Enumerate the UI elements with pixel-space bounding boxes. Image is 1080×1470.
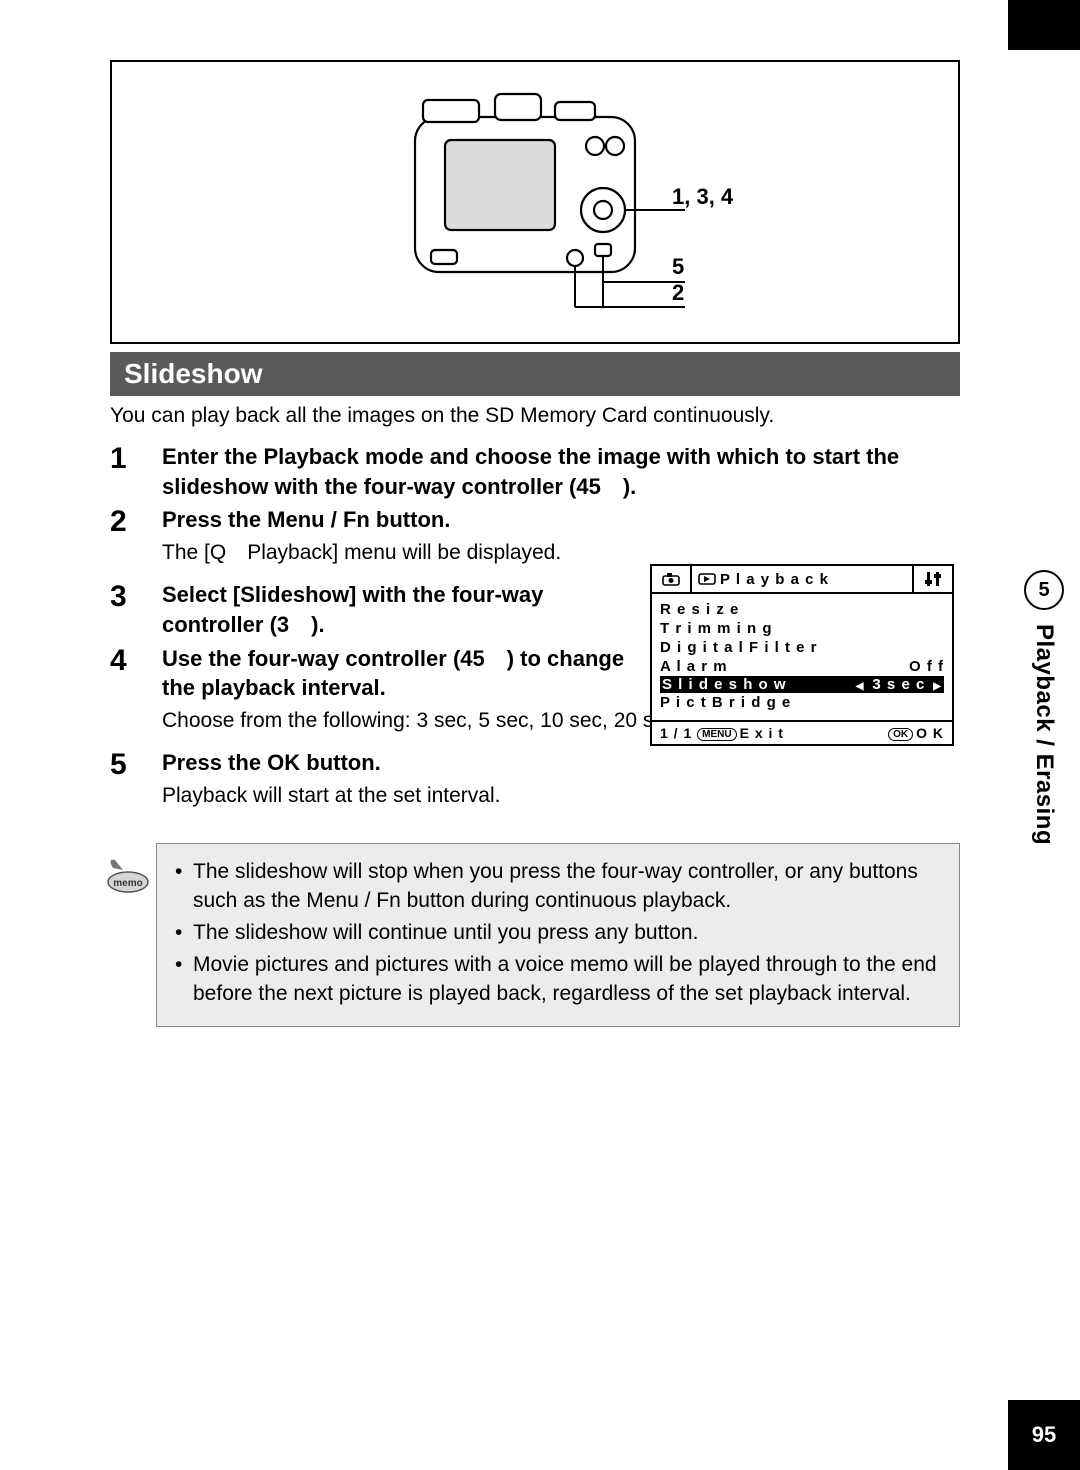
step-number: 5 — [110, 748, 162, 781]
playback-tab: P l a y b a c k — [692, 566, 912, 592]
menu-ok-label: O K — [916, 725, 944, 741]
memo-icon: memo — [105, 854, 151, 894]
menu-item-selected: S l i d e s h o w 3 s e c — [660, 676, 944, 693]
menu-items: R e s i z e T r i m m i n g D i g i t a … — [652, 594, 952, 720]
setup-tab-icon — [912, 566, 952, 592]
step-title: Enter the Playback mode and choose the i… — [162, 442, 960, 501]
content-area: 1, 3, 4 5 2 Slideshow You can play back … — [110, 60, 960, 1027]
menu-tabs: P l a y b a c k — [652, 566, 952, 594]
menu-item: R e s i z e — [660, 600, 944, 619]
camera-diagram: 1, 3, 4 5 2 — [110, 60, 960, 344]
memo-item: The slideshow will stop when you press t… — [175, 858, 941, 915]
step-1: 1 Enter the Playback mode and choose the… — [110, 442, 960, 501]
step-title: Press the Menu / Fn button. — [162, 505, 642, 535]
camera-illustration — [345, 82, 725, 322]
menu-item: A l a r mO f f — [660, 657, 944, 676]
memo-item: The slideshow will continue until you pr… — [175, 919, 941, 947]
callout-134: 1, 3, 4 — [672, 184, 733, 210]
menu-item: T r i m m i n g — [660, 619, 944, 638]
memo-box: memo The slideshow will stop when you pr… — [156, 843, 960, 1027]
menu-exit-label: E x i t — [740, 725, 784, 741]
intro-text: You can play back all the images on the … — [110, 404, 960, 428]
memo-list: The slideshow will stop when you press t… — [175, 858, 941, 1008]
step-number: 4 — [110, 644, 162, 677]
ok-button-pill: OK — [888, 728, 913, 741]
menu-item: D i g i t a l F i l t e r — [660, 638, 944, 657]
section-title-bar: Slideshow — [110, 352, 960, 396]
step-subtext: The [Q Playback] menu will be displayed. — [162, 539, 642, 566]
step-number: 1 — [110, 442, 162, 475]
camera-tab-icon — [652, 566, 692, 592]
menu-button-pill: MENU — [697, 728, 736, 741]
callout-2: 2 — [672, 280, 684, 306]
menu-footer: 1 / 1 MENU E x i t OKO K — [652, 720, 952, 744]
step-title: Select [Slideshow] with the four-way con… — [162, 580, 642, 639]
menu-item: P i c t B r i d g e — [660, 693, 944, 712]
svg-text:memo: memo — [113, 878, 142, 889]
step-5: 5 Press the OK button. Playback will sta… — [110, 748, 960, 819]
memo-item: Movie pictures and pictures with a voice… — [175, 951, 941, 1008]
step-title: Use the four-way controller (45 ) to cha… — [162, 644, 642, 703]
playback-tab-label: P l a y b a c k — [720, 571, 829, 588]
lcd-menu-screenshot: P l a y b a c k R e s i z e T r i m m i … — [650, 564, 954, 746]
step-title: Press the OK button. — [162, 748, 960, 778]
callout-5: 5 — [672, 254, 684, 280]
menu-page-indicator: 1 / 1 — [660, 725, 692, 741]
step-subtext: Playback will start at the set interval. — [162, 782, 960, 809]
step-number: 2 — [110, 505, 162, 538]
step-number: 3 — [110, 580, 162, 613]
